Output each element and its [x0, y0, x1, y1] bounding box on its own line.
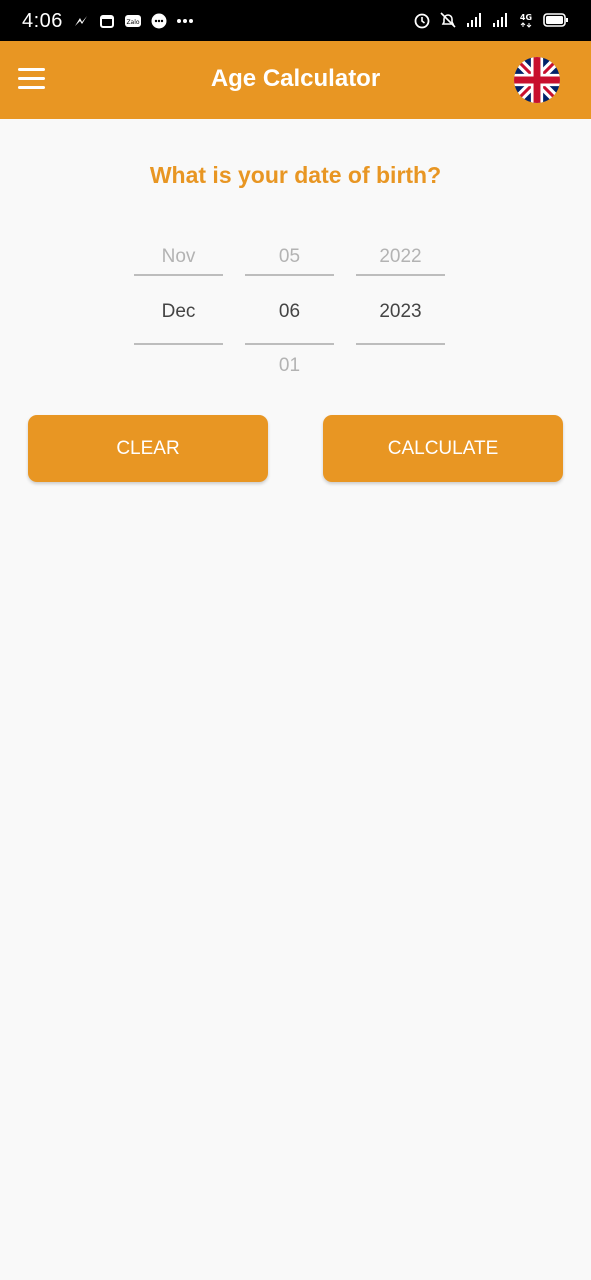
- picker-divider: [134, 274, 223, 276]
- day-picker[interactable]: 05 06 01: [245, 232, 334, 392]
- svg-text:Zalo: Zalo: [126, 19, 139, 26]
- day-next-value: 01: [278, 355, 301, 376]
- picker-divider: [245, 274, 334, 276]
- picker-divider: [245, 343, 334, 345]
- app-title: Age Calculator: [210, 65, 381, 92]
- messenger-icon: [75, 16, 87, 26]
- chat-icon: [151, 13, 167, 29]
- month-picker[interactable]: Nov Dec: [134, 232, 223, 392]
- status-time: 4:06: [22, 10, 63, 32]
- signal-icon: [493, 13, 507, 27]
- signal-icon: [467, 13, 481, 27]
- uk-flag-icon[interactable]: [514, 57, 560, 103]
- month-current-value: Dec: [161, 301, 196, 322]
- question-label: What is your date of birth?: [149, 162, 442, 188]
- day-prev-value: 05: [278, 246, 301, 267]
- status-left-icons: Zalo: [72, 12, 194, 30]
- status-right-icons: 4G: [413, 11, 569, 29]
- picker-divider: [134, 343, 223, 345]
- more-dots-icon: [177, 19, 193, 23]
- notifications-off-icon: [440, 12, 456, 28]
- calculate-button[interactable]: CALCULATE: [323, 415, 563, 482]
- year-prev-value: 2022: [379, 246, 422, 267]
- status-bar: 4:06 Zalo 4G: [0, 0, 591, 41]
- picker-divider: [356, 343, 445, 345]
- month-prev-value: Nov: [161, 246, 196, 267]
- day-current-value: 06: [278, 301, 301, 322]
- clear-button[interactable]: CLEAR: [28, 415, 268, 482]
- calendar-icon: [100, 15, 114, 28]
- picker-divider: [356, 274, 445, 276]
- year-picker[interactable]: 2022 2023: [356, 232, 445, 392]
- 4g-icon: 4G: [520, 13, 532, 28]
- svg-text:4G: 4G: [520, 13, 532, 22]
- year-current-value: 2023: [379, 301, 422, 322]
- app-bar: Age Calculator: [0, 41, 591, 119]
- battery-icon: [543, 13, 568, 27]
- alarm-icon: [414, 13, 430, 29]
- zalo-icon: Zalo: [125, 15, 141, 27]
